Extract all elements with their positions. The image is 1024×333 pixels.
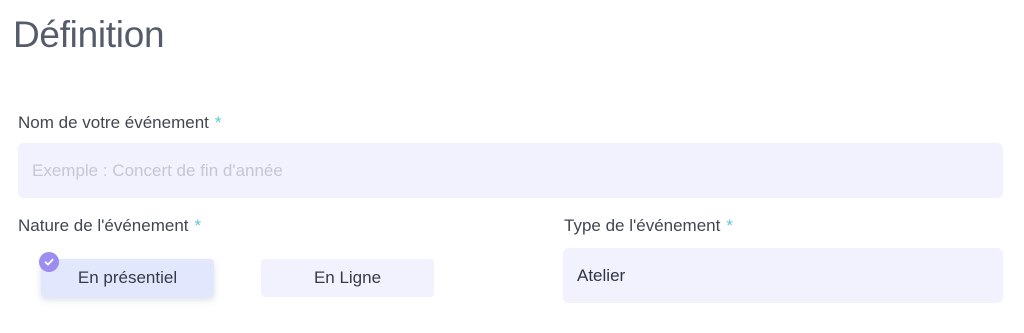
- required-mark: *: [214, 113, 222, 132]
- event-nature-label: Nature de l'événement *: [18, 216, 201, 236]
- event-name-label-text: Nom de votre événement: [18, 113, 209, 132]
- event-type-select[interactable]: Atelier: [563, 248, 1003, 303]
- nature-option-en-ligne[interactable]: En Ligne: [261, 259, 434, 297]
- section-title: Définition: [13, 14, 165, 55]
- event-type-label-text: Type de l'événement: [564, 216, 721, 235]
- nature-option-presentiel[interactable]: En présentiel: [41, 259, 214, 297]
- event-type-value: Atelier: [577, 265, 626, 285]
- nature-option-label: En présentiel: [77, 268, 178, 287]
- check-circle-icon: [39, 252, 59, 272]
- event-name-label: Nom de votre événement *: [18, 113, 222, 133]
- nature-option-label: En Ligne: [313, 268, 382, 287]
- required-mark: *: [194, 216, 202, 235]
- event-name-input[interactable]: [18, 143, 1003, 198]
- event-nature-label-text: Nature de l'événement: [18, 216, 189, 235]
- event-type-label: Type de l'événement *: [564, 216, 733, 236]
- event-definition-form: Définition Nom de votre événement * Natur…: [0, 0, 1024, 333]
- required-mark: *: [726, 216, 733, 235]
